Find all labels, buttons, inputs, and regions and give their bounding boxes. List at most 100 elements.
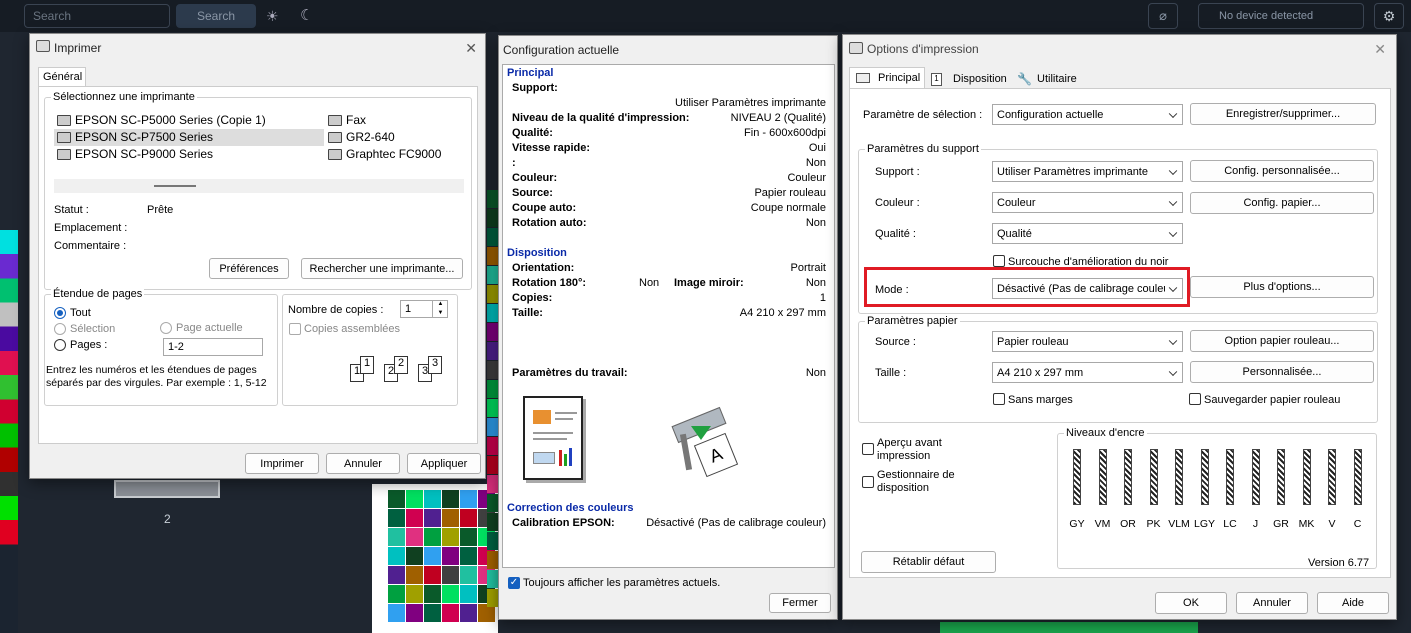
page-thumbnail — [114, 480, 220, 498]
pages-label: Pages : — [70, 339, 108, 351]
print-button[interactable]: Imprimer — [245, 453, 319, 474]
source-select[interactable]: Papier rouleau — [992, 331, 1183, 352]
search-button[interactable]: Search — [176, 4, 256, 28]
ink-level-bar — [1200, 449, 1209, 505]
cancel-button[interactable]: Annuler — [326, 453, 400, 474]
ink-level-bar — [1175, 449, 1183, 505]
printer-name: Graphtec FC9000 — [346, 147, 442, 161]
paper-config-button[interactable]: Config. papier... — [1190, 192, 1374, 214]
find-printer-button[interactable]: Rechercher une imprimante... — [301, 258, 463, 279]
printer-item[interactable]: EPSON SC-P5000 Series (Copie 1) — [57, 113, 266, 127]
chart-swatch — [487, 247, 498, 265]
chart-swatch — [406, 585, 423, 603]
moon-icon[interactable]: ☾ — [300, 6, 313, 24]
printer-item[interactable]: Fax — [328, 113, 366, 127]
preview-checkbox[interactable] — [862, 443, 874, 455]
tab-general[interactable]: Général — [38, 67, 86, 87]
chart-swatch — [487, 342, 498, 360]
ink-level-bar — [1277, 449, 1285, 505]
config-row-value: Non — [805, 157, 826, 169]
calibration-value: Désactivé (Pas de calibrage couleur) — [646, 517, 826, 529]
more-options-button[interactable]: Plus d'options... — [1190, 276, 1374, 298]
preferences-button[interactable]: Préférences — [209, 258, 289, 279]
black-overlay-checkbox[interactable] — [993, 255, 1005, 267]
config-title: Configuration actuelle — [503, 43, 620, 57]
quality-select[interactable]: Qualité — [992, 223, 1183, 244]
status-label: Statut : — [54, 204, 89, 216]
printer-group-label: Sélectionnez une imprimante — [51, 91, 197, 103]
printer-icon — [328, 148, 342, 160]
mode-select[interactable]: Désactivé (Pas de calibrage couleur) — [992, 278, 1183, 299]
layout-manager-checkbox[interactable] — [862, 476, 874, 488]
reset-button[interactable]: Rétablir défaut — [861, 551, 996, 573]
mode-value: Désactivé (Pas de calibrage couleur) — [997, 282, 1165, 295]
principal-tab-icon — [856, 73, 870, 83]
chart-swatch — [388, 604, 405, 622]
chart-swatch — [487, 494, 498, 512]
all-radio[interactable] — [54, 307, 66, 319]
current-page-radio[interactable] — [160, 322, 172, 334]
help-button[interactable]: Aide — [1317, 592, 1389, 614]
config-row-label: Vitesse rapide: — [512, 142, 591, 154]
save-delete-button[interactable]: Enregistrer/supprimer... — [1190, 103, 1376, 125]
list-scrollbar[interactable] — [54, 179, 464, 193]
all-label: Tout — [70, 307, 91, 319]
ink-label: J — [1252, 518, 1259, 530]
selection-radio[interactable] — [54, 323, 66, 335]
pages-input[interactable]: 1-2 — [163, 338, 263, 356]
ink-level-bar — [1353, 449, 1362, 505]
preview-label: Aperçu avant impression — [877, 437, 942, 462]
printer-icon — [36, 40, 50, 52]
wifi-off-icon[interactable]: ⌀ — [1148, 3, 1178, 29]
ok-button[interactable]: OK — [1155, 592, 1227, 614]
sun-icon[interactable]: ☀ — [266, 8, 279, 25]
support-select[interactable]: Utiliser Paramètres imprimante — [992, 161, 1183, 182]
pages-radio[interactable] — [54, 339, 66, 351]
quality-label: Qualité : — [875, 228, 916, 240]
chart-swatch — [442, 604, 459, 622]
save-roll-checkbox[interactable] — [1189, 393, 1201, 405]
color-select[interactable]: Couleur — [992, 192, 1183, 213]
config-row-label: Couleur: — [512, 172, 558, 184]
mirror-label: Image miroir: — [674, 277, 744, 289]
search-input[interactable]: Search — [24, 4, 170, 28]
borderless-checkbox[interactable] — [993, 393, 1005, 405]
size-select[interactable]: A4 210 x 297 mm — [992, 362, 1183, 383]
scroll-thumb[interactable] — [154, 185, 196, 187]
location-label: Emplacement : — [54, 222, 128, 234]
chart-swatch — [460, 585, 477, 603]
support-value: Utiliser Paramètres imprimante — [675, 97, 826, 109]
options-close-icon[interactable]: ✕ — [1374, 41, 1386, 58]
page-number: 2 — [164, 512, 171, 526]
selection-param-select[interactable]: Configuration actuelle — [992, 104, 1183, 125]
chart-swatch — [460, 490, 477, 508]
printer-item[interactable]: EPSON SC-P7500 Series — [57, 130, 213, 144]
close-icon[interactable]: ✕ — [465, 40, 477, 57]
chart-swatch — [406, 490, 423, 508]
printer-icon — [57, 148, 71, 160]
chart-swatch — [460, 528, 477, 546]
options-cancel-button[interactable]: Annuler — [1236, 592, 1308, 614]
settings-gear-icon[interactable]: ⚙ — [1374, 3, 1404, 29]
source-label: Source : — [875, 336, 916, 348]
printer-item[interactable]: Graphtec FC9000 — [328, 147, 441, 161]
collate-label: Copies assemblées — [304, 323, 400, 335]
selection-label: Sélection — [70, 323, 116, 335]
always-show-checkbox[interactable]: ✓ — [508, 577, 520, 589]
printer-icon — [328, 131, 342, 143]
copies-spinner[interactable]: ▲ ▼ — [432, 300, 448, 318]
chart-swatch — [487, 513, 498, 531]
collate-checkbox[interactable] — [289, 323, 301, 335]
chart-swatch — [460, 566, 477, 584]
ink-label: LC — [1223, 518, 1237, 530]
apply-button[interactable]: Appliquer — [407, 453, 481, 474]
config-row-value: Fin - 600x600dpi — [744, 127, 826, 139]
chart-swatch — [406, 509, 423, 527]
custom-config-button[interactable]: Config. personnalisée... — [1190, 160, 1374, 182]
printer-item[interactable]: GR2-640 — [328, 130, 395, 144]
roll-option-button[interactable]: Option papier rouleau... — [1190, 330, 1374, 352]
printer-item[interactable]: EPSON SC-P9000 Series — [57, 147, 213, 161]
green-button[interactable] — [940, 622, 1198, 633]
close-button[interactable]: Fermer — [769, 593, 831, 613]
custom-size-button[interactable]: Personnalisée... — [1190, 361, 1374, 383]
